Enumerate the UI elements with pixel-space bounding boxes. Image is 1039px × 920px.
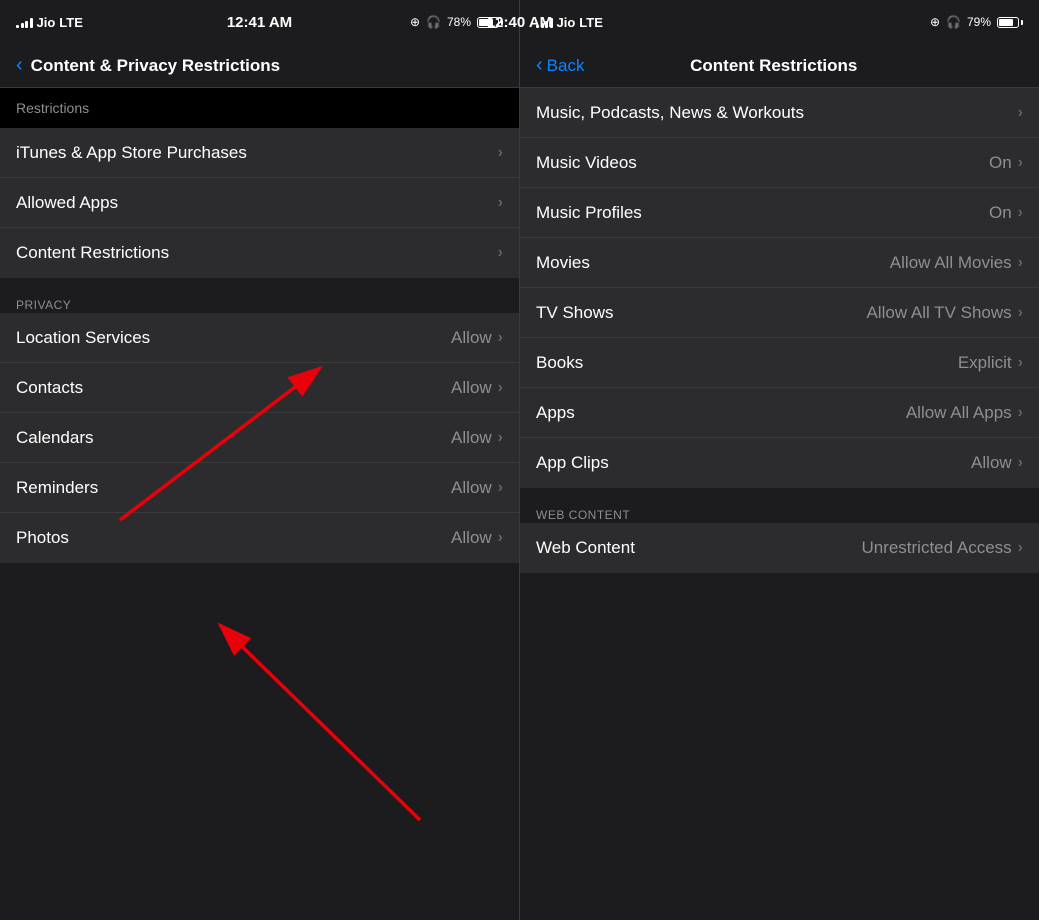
battery-area-right: ⊕ 🎧 79% [930, 15, 1023, 29]
network-type-right: LTE [579, 15, 603, 30]
content-restrictions-list: Music, Podcasts, News & Workouts › Music… [520, 88, 1039, 920]
chevron-icon: › [1018, 354, 1023, 372]
location-icon: ⊕ [410, 15, 420, 29]
group-divider-web: WEB CONTENT [520, 488, 1039, 523]
nav-bar-left: ‹ Content & Privacy Restrictions [0, 44, 519, 88]
web-content-list-group: Web Content Unrestricted Access › [520, 523, 1039, 573]
status-bar-left: Jio LTE 12:41 AM ⊕ 🎧 78% [0, 0, 519, 44]
list-item-tv-shows[interactable]: TV Shows Allow All TV Shows › [520, 288, 1039, 338]
chevron-icon: › [498, 379, 503, 397]
headphone-icon-right: 🎧 [946, 15, 961, 29]
page-title-left: Content & Privacy Restrictions [31, 56, 280, 76]
network-type-left: LTE [59, 15, 83, 30]
battery-pct-left: 78% [447, 15, 471, 29]
restrictions-list-group: Music, Podcasts, News & Workouts › Music… [520, 88, 1039, 488]
chevron-icon: › [1018, 539, 1023, 557]
list-item-allowed-apps[interactable]: Allowed Apps › [0, 178, 519, 228]
chevron-icon: › [1018, 204, 1023, 222]
nav-bar-right: ‹ Back Content Restrictions [520, 44, 1039, 88]
privacy-list-group: Location Services Allow › Contacts Allow… [0, 313, 519, 563]
chevron-icon: › [498, 194, 503, 212]
right-panel: Jio LTE 12:40 AM ⊕ 🎧 79% ‹ Back Content … [519, 0, 1039, 920]
list-item-movies[interactable]: Movies Allow All Movies › [520, 238, 1039, 288]
time-left: 12:41 AM [227, 14, 292, 31]
battery-pct-right: 79% [967, 15, 991, 29]
list-item-apps[interactable]: Apps Allow All Apps › [520, 388, 1039, 438]
back-icon-left[interactable]: ‹ [16, 54, 23, 77]
list-item-books[interactable]: Books Explicit › [520, 338, 1039, 388]
chevron-icon: › [498, 479, 503, 497]
list-item-app-clips[interactable]: App Clips Allow › [520, 438, 1039, 488]
chevron-icon: › [498, 329, 503, 347]
chevron-icon: › [498, 429, 503, 447]
chevron-icon: › [1018, 104, 1023, 122]
list-item-reminders[interactable]: Reminders Allow › [0, 463, 519, 513]
carrier-name-left: Jio [37, 15, 56, 30]
chevron-icon: › [1018, 454, 1023, 472]
chevron-icon: › [1018, 254, 1023, 272]
main-list-group: iTunes & App Store Purchases › Allowed A… [0, 128, 519, 278]
headphone-icon: 🎧 [426, 15, 441, 29]
carrier-name-right: Jio [557, 15, 576, 30]
chevron-icon: › [1018, 404, 1023, 422]
list-item-music-videos[interactable]: Music Videos On › [520, 138, 1039, 188]
time-right: 12:40 AM [519, 14, 552, 31]
chevron-icon: › [1018, 304, 1023, 322]
list-item-web-content[interactable]: Web Content Unrestricted Access › [520, 523, 1039, 573]
list-item-location[interactable]: Location Services Allow › [0, 313, 519, 363]
signal-icon [16, 16, 33, 28]
chevron-icon: › [1018, 154, 1023, 172]
battery-icon-right [997, 17, 1023, 28]
left-panel: Jio LTE 12:41 AM ⊕ 🎧 78% ‹ Content & Pri… [0, 0, 519, 920]
location-icon-right: ⊕ [930, 15, 940, 29]
privacy-section-header: PRIVACY [0, 278, 519, 318]
chevron-icon: › [498, 244, 503, 262]
list-item-music-podcasts[interactable]: Music, Podcasts, News & Workouts › [520, 88, 1039, 138]
list-item-music-profiles[interactable]: Music Profiles On › [520, 188, 1039, 238]
list-item-content-restrictions[interactable]: Content Restrictions › [0, 228, 519, 278]
group-divider-privacy: PRIVACY [0, 278, 519, 313]
restrictions-header: Restrictions [0, 88, 519, 128]
status-bar-right: Jio LTE 12:40 AM ⊕ 🎧 79% [520, 0, 1039, 44]
chevron-icon: › [498, 144, 503, 162]
list-item-itunes[interactable]: iTunes & App Store Purchases › [0, 128, 519, 178]
web-content-section-header: WEB CONTENT [520, 488, 1039, 528]
page-title-right: Content Restrictions [524, 56, 1023, 76]
list-item-contacts[interactable]: Contacts Allow › [0, 363, 519, 413]
list-item-calendars[interactable]: Calendars Allow › [0, 413, 519, 463]
list-item-photos[interactable]: Photos Allow › [0, 513, 519, 563]
chevron-icon: › [498, 529, 503, 547]
carrier-left: Jio LTE [16, 15, 83, 30]
